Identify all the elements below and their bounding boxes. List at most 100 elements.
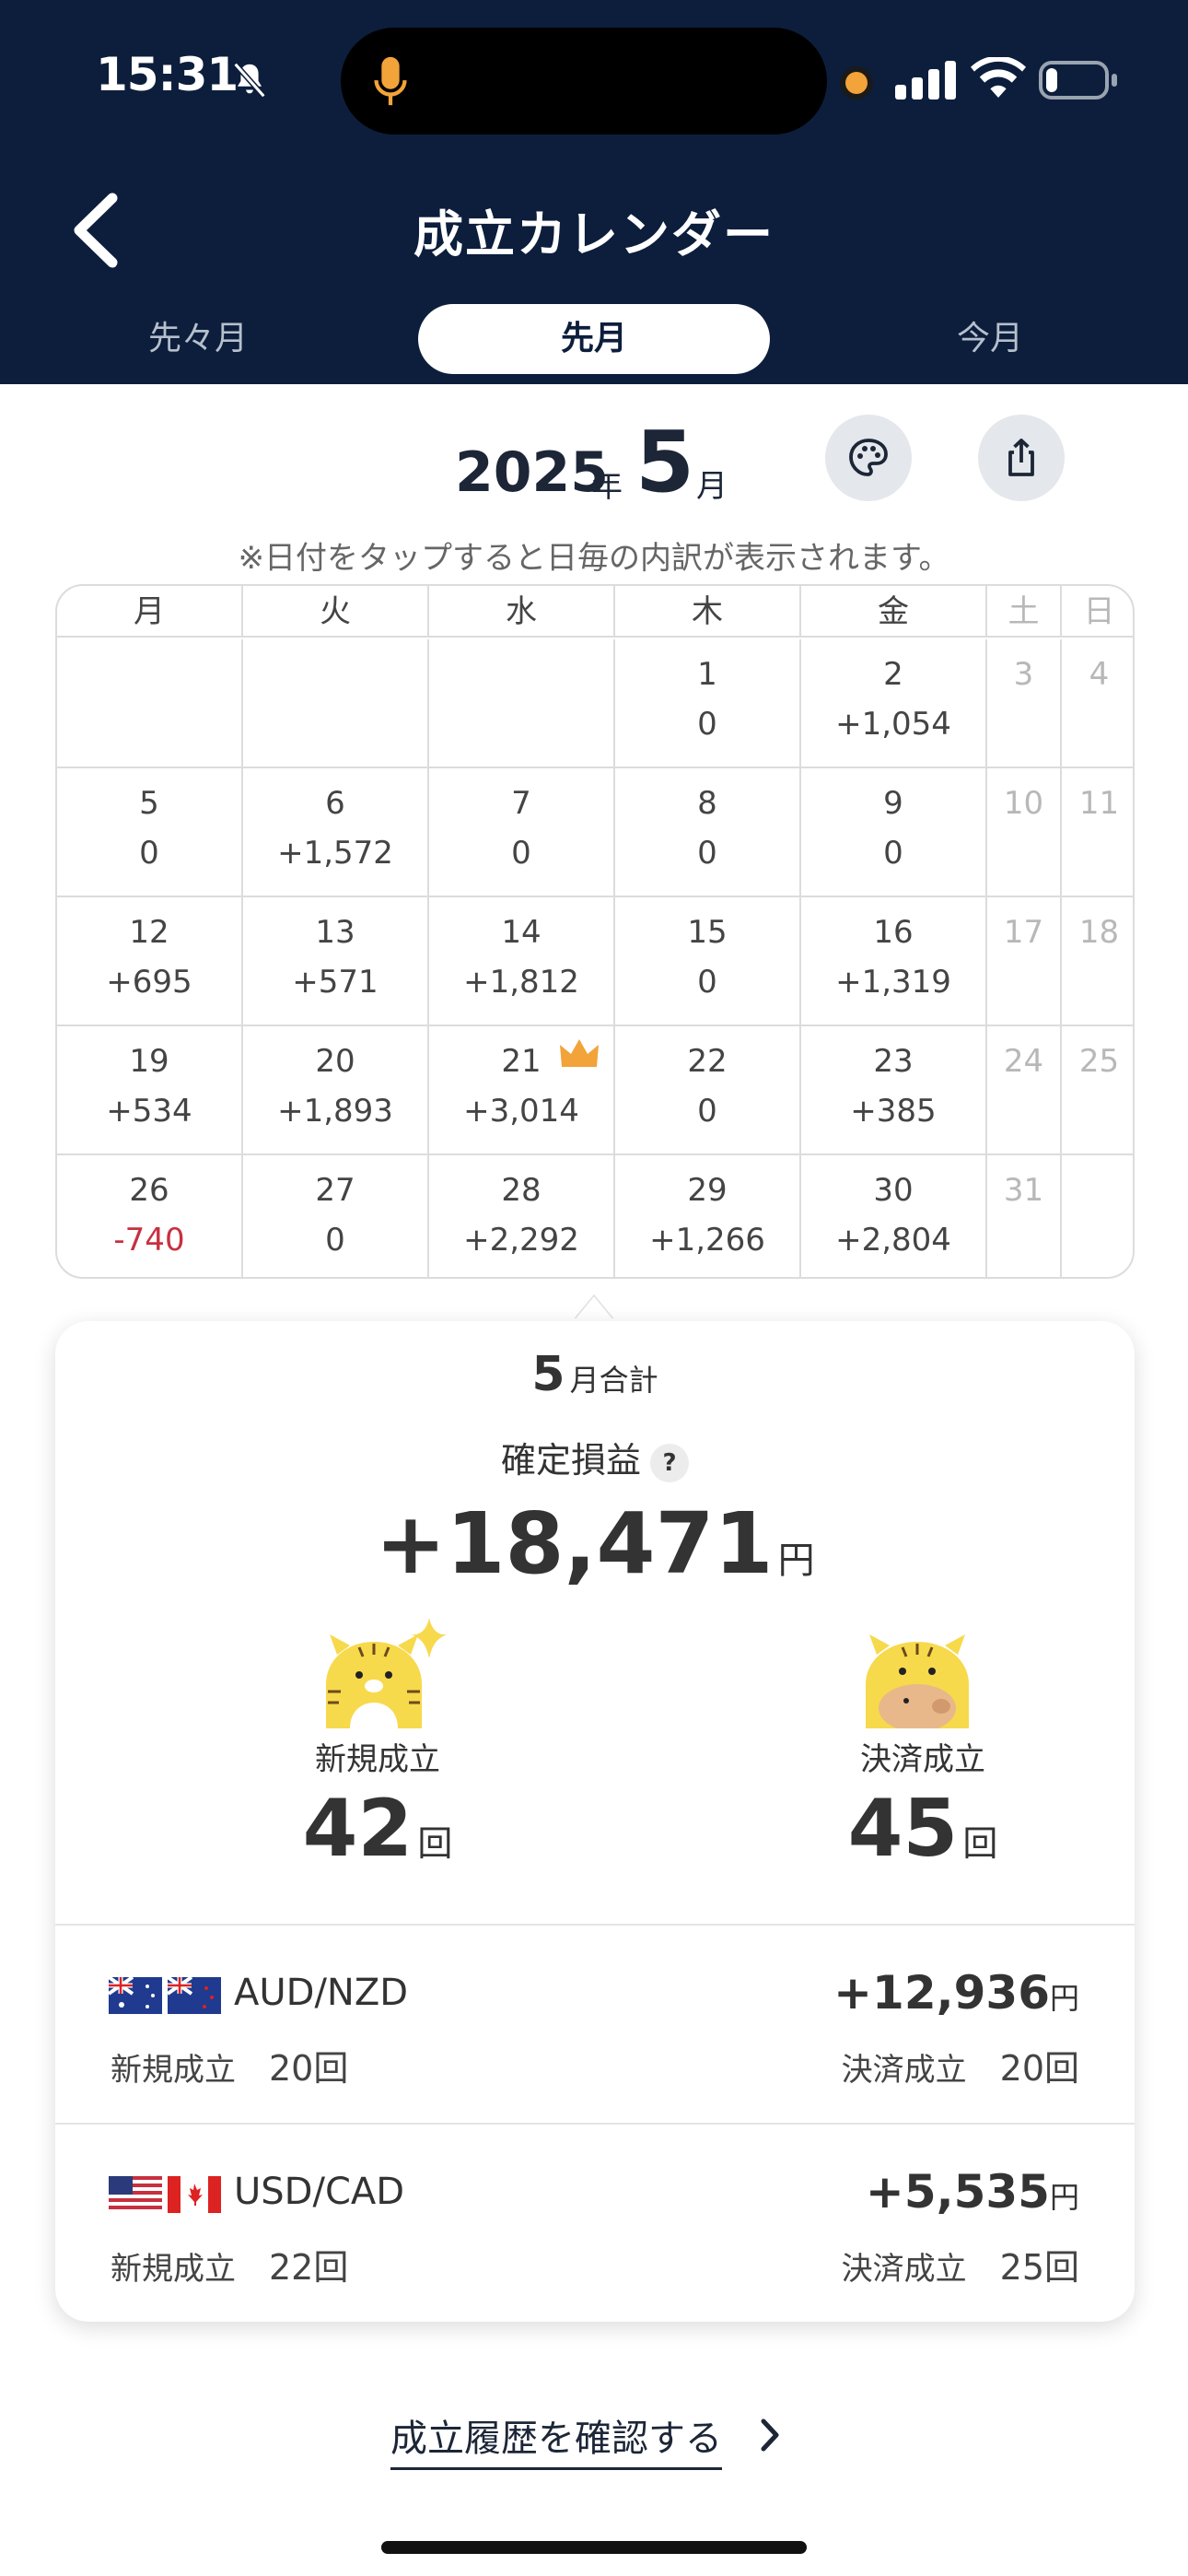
calendar-week-row: 19 +534 20 +1,893 21 +3,014 22 0 23 +385 24 25 (57, 1026, 1133, 1155)
currency-pair-row[interactable]: AUD/NZD +12,936円 新規成立 20回 決済成立 20回 (55, 1926, 1135, 2123)
palette-icon (849, 439, 888, 476)
tiger-mascot-sparkle-icon (326, 1618, 448, 1728)
app-header: 15:31 成立カレンダー 先々月 先月 今月 (0, 0, 1188, 384)
calendar-day-cell[interactable]: 25 (1062, 1026, 1133, 1155)
calendar-day-cell[interactable]: 20 +1,893 (243, 1026, 429, 1155)
month-unit: 月 (696, 468, 728, 505)
new-trades-label: 新規成立 (315, 1741, 440, 1778)
closed-trades-stat: 決済成立 45 回 (766, 1618, 1079, 1875)
day-pl-value: 0 (697, 706, 717, 743)
share-button[interactable] (978, 415, 1065, 501)
calendar-empty-cell (243, 639, 429, 768)
calendar-day-cell[interactable]: 27 0 (243, 1155, 429, 1277)
calendar-day-cell[interactable]: 16 +1,319 (801, 897, 987, 1026)
weekday-tue: 火 (243, 586, 429, 638)
calendar-empty-cell (429, 639, 615, 768)
day-number: 18 (1078, 914, 1120, 951)
day-pl-value: +1,893 (277, 1093, 393, 1130)
calendar-day-cell[interactable]: 3 (987, 639, 1062, 768)
day-pl-value: 0 (697, 1093, 717, 1130)
calendar-day-cell[interactable]: 21 +3,014 (429, 1026, 615, 1155)
cellular-signal-icon (895, 61, 956, 100)
trade-history-link[interactable]: 成立履歴を確認する (390, 2408, 722, 2470)
day-number: 19 (129, 1043, 169, 1080)
day-number: 27 (315, 1172, 355, 1209)
aud-nzd-flags-icon (109, 1977, 221, 2014)
calendar-day-cell[interactable]: 10 (987, 768, 1062, 897)
realized-pl-label: 確定損益? (55, 1432, 1135, 1482)
day-pl-value: +1,319 (835, 964, 951, 1001)
calendar-day-cell[interactable]: 11 (1062, 768, 1133, 897)
day-pl-value: 0 (139, 835, 159, 872)
new-trades-count: 42 (302, 1783, 413, 1875)
home-indicator (381, 2541, 807, 2554)
microphone-icon (374, 56, 407, 106)
tiger-mascot-piggybank-icon (866, 1634, 969, 1728)
calendar-day-cell[interactable]: 28 +2,292 (429, 1155, 615, 1277)
new-trades-stat: 新規成立 42 回 (221, 1618, 534, 1875)
pair-pl: +12,936円 (833, 1966, 1079, 2020)
calendar-day-cell[interactable]: 4 (1062, 639, 1133, 768)
calendar-day-cell[interactable]: 80 (615, 768, 801, 897)
day-pl-value: +1,812 (463, 964, 579, 1001)
calendar-day-cell[interactable]: 2 +1,054 (801, 639, 987, 768)
day-number: 15 (687, 914, 728, 951)
calendar-day-cell[interactable]: 13 +571 (243, 897, 429, 1026)
realized-pl-text: 確定損益 (500, 1440, 641, 1481)
calendar-day-cell[interactable]: 24 (987, 1026, 1062, 1155)
calendar-day-cell[interactable]: 19 +534 (57, 1026, 243, 1155)
calendar-day-cell[interactable]: 70 (429, 768, 615, 897)
help-icon[interactable]: ? (650, 1443, 689, 1482)
calendar-day-cell[interactable]: 15 0 (615, 897, 801, 1026)
calendar-day-cell[interactable]: 14 +1,812 (429, 897, 615, 1026)
pair-name: USD/CAD (234, 2171, 405, 2213)
recording-indicator-icon (845, 72, 868, 94)
month-value: 5 (635, 413, 695, 511)
calendar-day-cell[interactable]: 12 +695 (57, 897, 243, 1026)
day-number: 6 (325, 785, 345, 822)
day-number: 22 (687, 1043, 728, 1080)
weekday-mon: 月 (57, 586, 243, 638)
weekday-fri: 金 (801, 586, 987, 638)
calendar-day-cell[interactable]: 23 +385 (801, 1026, 987, 1155)
calendar-empty-cell (1062, 1155, 1133, 1277)
calendar-day-cell[interactable]: 90 (801, 768, 987, 897)
calendar-day-cell[interactable]: 30 +2,804 (801, 1155, 987, 1277)
day-pl-value: +3,014 (463, 1093, 579, 1130)
calendar-day-cell[interactable]: 10 (615, 639, 801, 768)
tab-last-month[interactable]: 先月 (418, 304, 770, 374)
battery-icon (1039, 61, 1117, 100)
calendar-empty-cell (57, 639, 243, 768)
calendar-day-cell[interactable]: 50 (57, 768, 243, 897)
currency-pair-row[interactable]: USD/CAD +5,535円 新規成立 22回 決済成立 25回 (55, 2125, 1135, 2322)
summary-month: 5 (531, 1347, 565, 1402)
day-number: 3 (1013, 656, 1034, 693)
calendar-day-cell[interactable]: 22 0 (615, 1026, 801, 1155)
new-trades-unit: 回 (417, 1823, 453, 1864)
tab-this-month[interactable]: 今月 (866, 304, 1114, 374)
day-number: 29 (687, 1172, 728, 1209)
calendar-day-cell[interactable]: 17 (987, 897, 1062, 1026)
pair-closed-label: 決済成立 (841, 2052, 967, 2089)
page-title: 成立カレンダー (413, 205, 775, 263)
calendar-day-cell[interactable]: 31 (987, 1155, 1062, 1277)
calendar-week-row: 5 0 6 +1,572 7 0 8 0 9 0 10 11 (57, 768, 1133, 897)
tab-two-months-ago[interactable]: 先々月 (74, 304, 322, 374)
pair-new-label: 新規成立 (111, 2052, 236, 2089)
day-number: 13 (315, 914, 355, 951)
wifi-icon (971, 57, 1026, 98)
calendar-day-cell[interactable]: 26 -740 (57, 1155, 243, 1277)
theme-button[interactable] (825, 415, 912, 501)
day-number: 23 (873, 1043, 914, 1080)
closed-trades-label: 決済成立 (860, 1741, 985, 1778)
pair-new-trades: 新規成立 22回 (111, 2239, 348, 2289)
day-number: 25 (1078, 1043, 1120, 1080)
calendar-day-cell[interactable]: 18 (1062, 897, 1133, 1026)
calendar-day-cell[interactable]: 6 +1,572 (243, 768, 429, 897)
status-time: 15:31 (96, 48, 239, 101)
month-header: 2025 年 5 月 (0, 413, 1188, 514)
chevron-right-icon[interactable] (759, 2418, 781, 2453)
calendar-day-cell[interactable]: 29 +1,266 (615, 1155, 801, 1277)
calendar-hint: ※日付をタップすると日毎の内訳が表示されます。 (238, 540, 950, 577)
summary-month-label: 月合計 (569, 1363, 658, 1398)
